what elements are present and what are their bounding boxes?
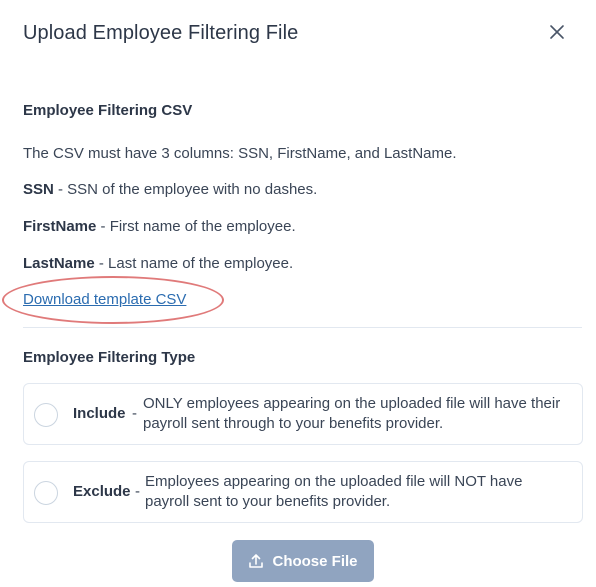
option-label: Include <box>73 405 126 422</box>
csv-section-heading: Employee Filtering CSV <box>23 102 193 119</box>
field-name: LastName <box>23 255 95 272</box>
download-template-link[interactable]: Download template CSV <box>23 291 186 308</box>
option-description: Employees appearing on the uploaded file… <box>145 473 523 510</box>
upload-icon <box>249 554 264 568</box>
field-lastname: LastName - Last name of the employee. <box>23 255 293 272</box>
exclude-radio[interactable] <box>34 481 58 505</box>
field-description: - Last name of the employee. <box>94 255 294 272</box>
close-button[interactable] <box>546 21 568 43</box>
option-exclude[interactable]: Exclude - Employees appearing on the upl… <box>23 461 583 523</box>
field-name: SSN <box>23 181 54 198</box>
modal-title: Upload Employee Filtering File <box>23 22 299 44</box>
field-description: - SSN of the employee with no dashes. <box>53 181 318 198</box>
field-name: FirstName <box>23 218 97 235</box>
option-dash: - <box>135 483 140 500</box>
field-ssn: SSN - SSN of the employee with no dashes… <box>23 181 317 198</box>
option-include[interactable]: Include - ONLY employees appearing on th… <box>23 383 583 445</box>
modal-header: Upload Employee Filtering File <box>23 20 576 48</box>
close-icon <box>550 25 564 39</box>
field-description: - First name of the employee. <box>96 218 296 235</box>
option-dash: - <box>132 405 137 422</box>
field-firstname: FirstName - First name of the employee. <box>23 218 296 235</box>
csv-intro-text: The CSV must have 3 columns: SSN, FirstN… <box>23 145 457 162</box>
section-divider <box>23 327 582 328</box>
include-radio[interactable] <box>34 403 58 427</box>
option-label: Exclude <box>73 483 131 500</box>
option-description: ONLY employees appearing on the uploaded… <box>143 395 561 432</box>
choose-file-button[interactable]: Choose File <box>232 540 374 582</box>
choose-file-label: Choose File <box>272 552 358 570</box>
upload-modal: Upload Employee Filtering File Employee … <box>0 0 596 587</box>
type-section-heading: Employee Filtering Type <box>23 349 196 366</box>
